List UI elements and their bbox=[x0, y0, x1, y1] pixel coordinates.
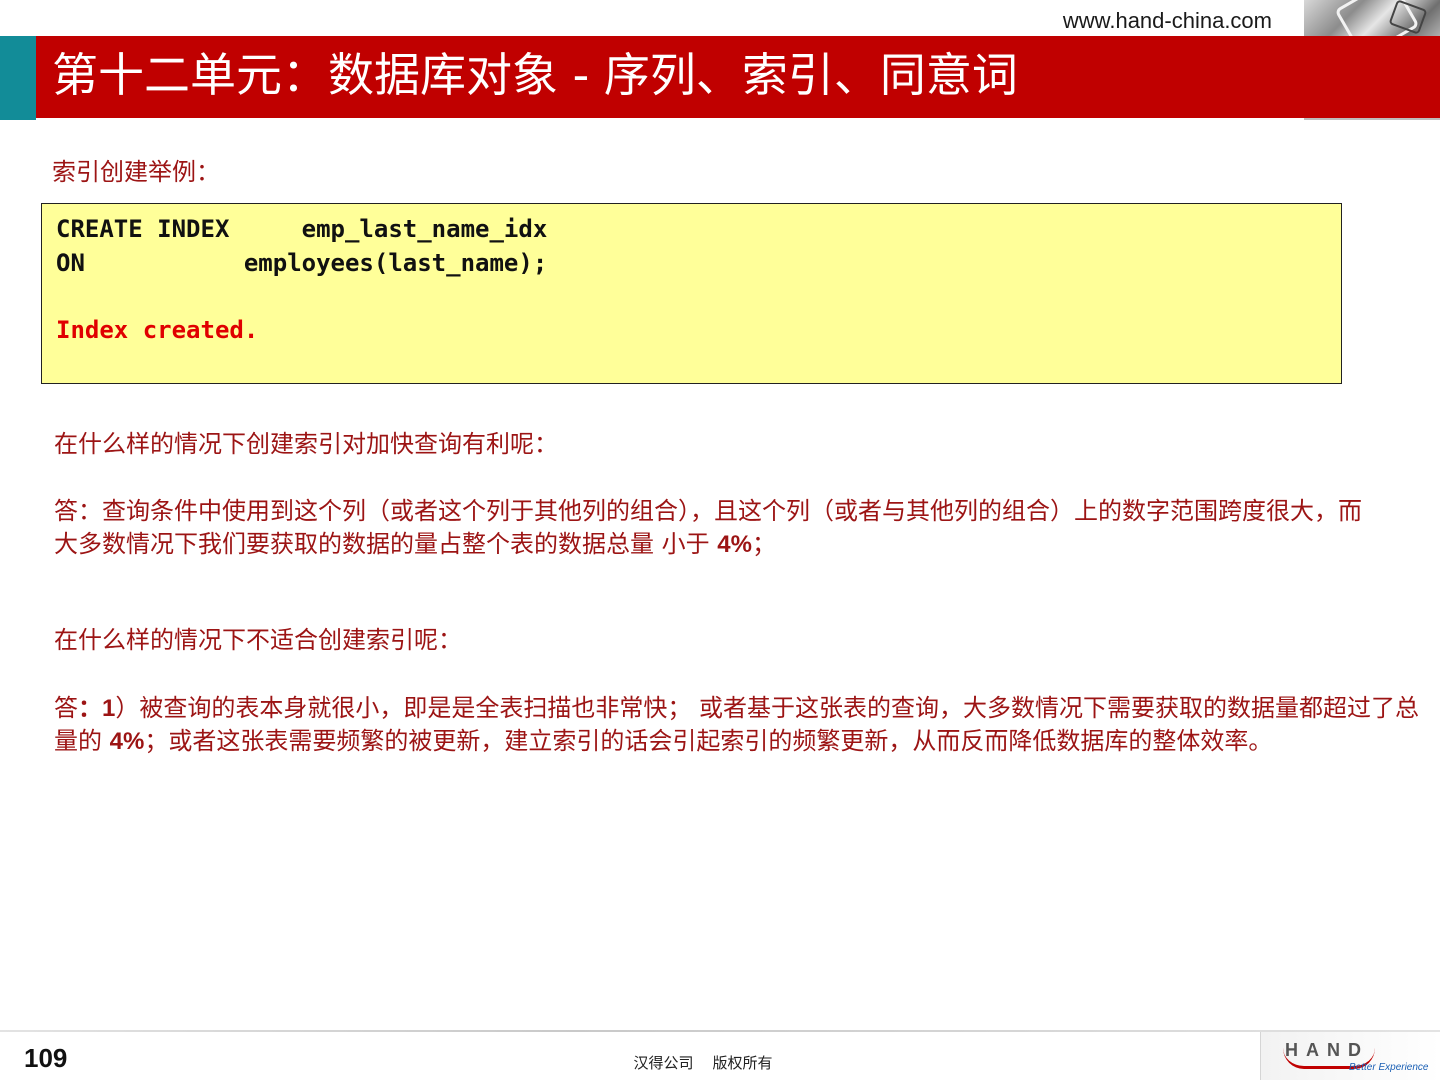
code-block: CREATE INDEX emp_last_name_idx ON employ… bbox=[41, 203, 1342, 384]
answer-end: ； bbox=[751, 530, 776, 558]
answer-when-not-to-index: 答：1）被查询的表本身就很小，即是是全表扫描也非常快； 或者基于这张表的查询，大… bbox=[54, 692, 1429, 758]
answer-number: ：1 bbox=[78, 695, 116, 722]
title-accent-block bbox=[0, 36, 36, 120]
corner-decoration-image bbox=[1304, 0, 1440, 36]
footer-divider bbox=[0, 1030, 1440, 1032]
question-when-not-to-index: 在什么样的情况下不适合创建索引呢： bbox=[54, 626, 462, 654]
code-line-on: ON employees(last_name); bbox=[56, 249, 548, 277]
slide-title: 第十二单元：数据库对象 - 序列、索引、同意词 bbox=[52, 48, 1018, 102]
answer-when-to-index: 答：查询条件中使用到这个列（或者这个列于其他列的组合），且这个列（或者与其他列的… bbox=[54, 495, 1384, 561]
logo-text: HAND bbox=[1285, 1040, 1369, 1060]
answer-text: ；或者这张表需要频繁的被更新，建立索引的话会引起索引的频繁更新，从而反而降低数据… bbox=[144, 727, 1273, 755]
code-result: Index created. bbox=[56, 316, 259, 344]
hand-logo: HAND Better Experience bbox=[1260, 1032, 1440, 1080]
page-number: 109 bbox=[24, 1043, 68, 1073]
section-label: 索引创建举例： bbox=[52, 158, 220, 186]
logo-tagline: Better Experience bbox=[1349, 1062, 1429, 1073]
site-url: www.hand-china.com bbox=[1062, 8, 1272, 33]
copyright-text: 汉得公司 版权所有 bbox=[633, 1054, 773, 1072]
answer-text: 答：查询条件中使用到这个列（或者这个列于其他列的组合），且这个列（或者与其他列的… bbox=[54, 497, 1362, 558]
percentage-value: 4% bbox=[717, 531, 752, 558]
code-line-create-index: CREATE INDEX emp_last_name_idx bbox=[56, 215, 548, 243]
answer-prefix: 答 bbox=[54, 694, 78, 722]
question-when-to-index: 在什么样的情况下创建索引对加快查询有利呢： bbox=[54, 430, 558, 458]
title-bar-divider bbox=[1304, 118, 1440, 120]
percentage-value: 4% bbox=[109, 728, 145, 755]
